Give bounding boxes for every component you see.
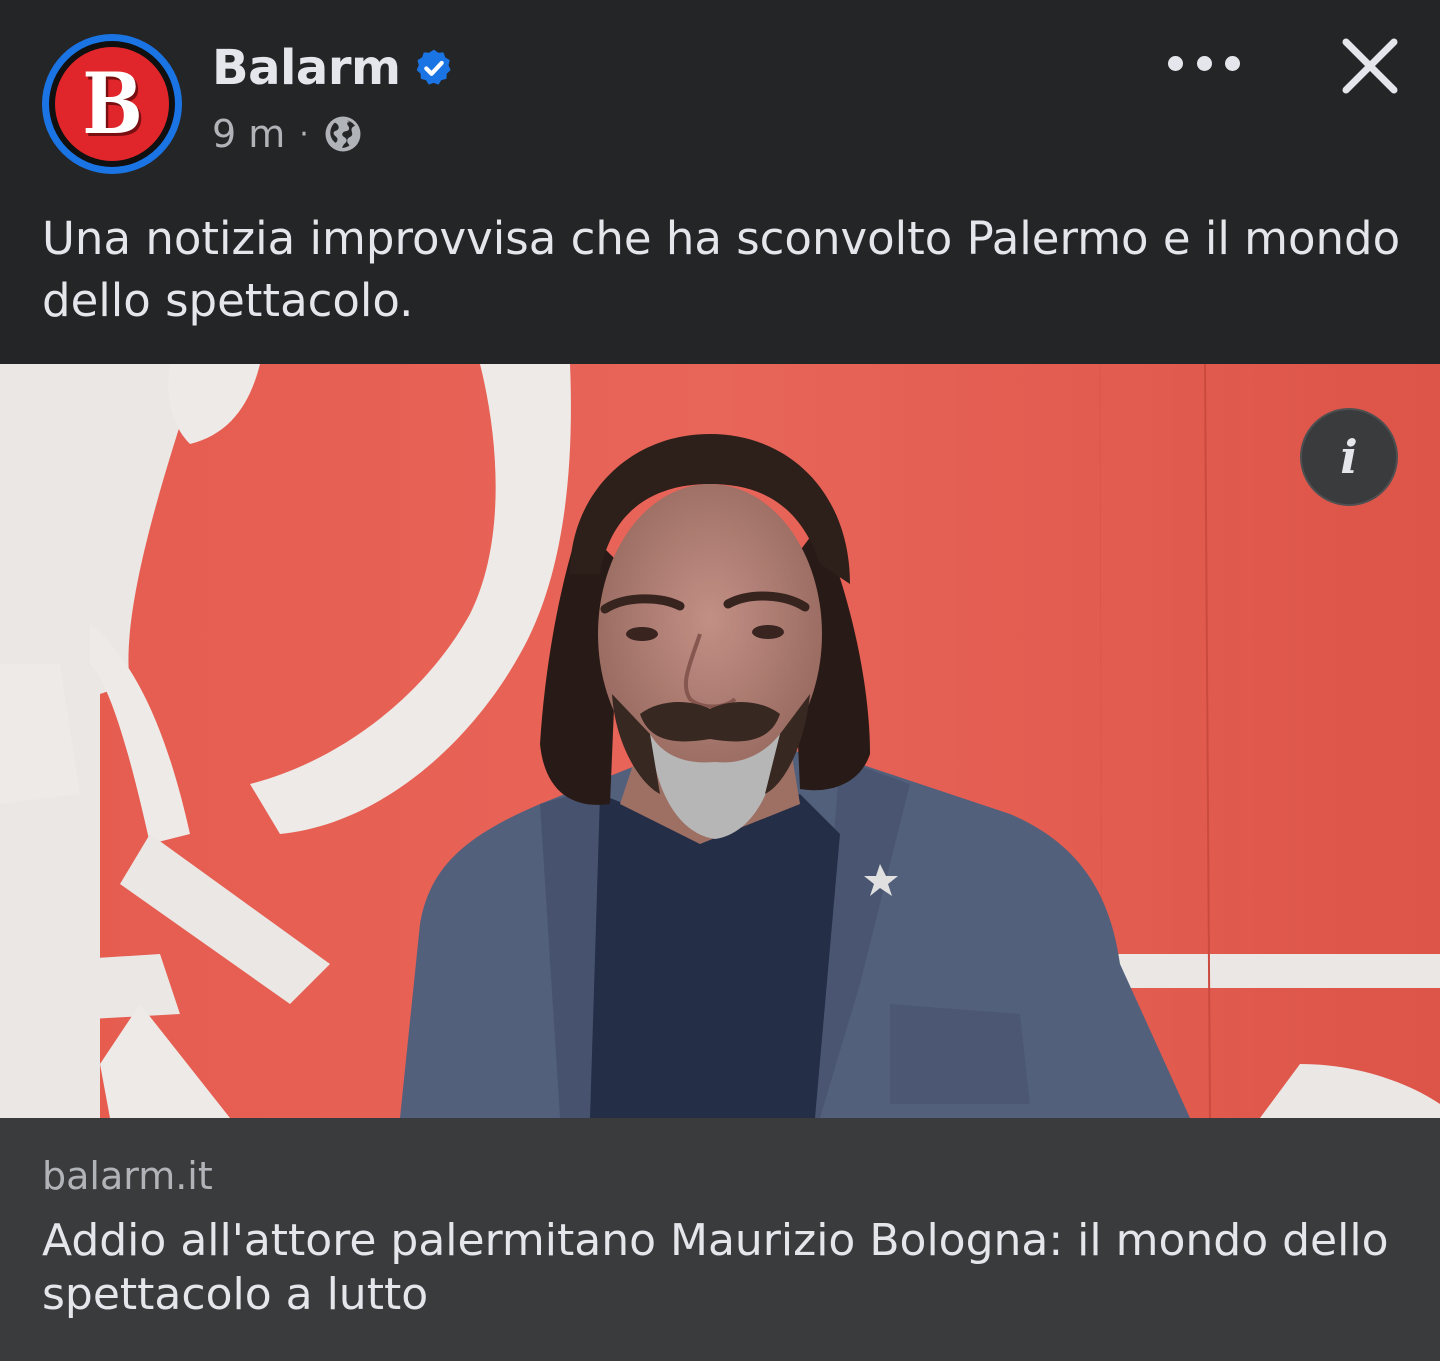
page-name-link[interactable]: Balarm [212, 40, 401, 96]
link-preview[interactable]: balarm.it Addio all'attore palermitano M… [0, 1118, 1440, 1361]
avatar-logo: B [55, 47, 169, 161]
more-options-dot [1225, 55, 1240, 71]
post-photo-illustration [0, 364, 1440, 1118]
post-meta: 9 m · [212, 112, 363, 156]
close-icon[interactable] [1334, 30, 1406, 102]
photo-info-button[interactable]: i [1300, 408, 1398, 506]
globe-icon[interactable] [323, 114, 363, 154]
link-title[interactable]: Addio all'attore palermitano Maurizio Bo… [42, 1214, 1412, 1322]
page-name-row: Balarm [212, 40, 455, 96]
info-icon: i [1340, 430, 1358, 484]
verified-badge-icon [416, 49, 451, 85]
post-timestamp[interactable]: 9 m [212, 112, 285, 156]
more-options-dot [1168, 55, 1183, 71]
meta-separator: · [299, 116, 309, 152]
page-avatar[interactable]: B [42, 34, 182, 174]
post-card: B Balarm 9 m · Una notizia improvvisa ch… [0, 0, 1440, 1361]
avatar-ring: B [49, 41, 175, 167]
link-domain: balarm.it [42, 1154, 213, 1198]
more-options-button[interactable] [1168, 40, 1240, 86]
avatar-logo-letter: B [81, 54, 143, 153]
post-message: Una notizia improvvisa che ha sconvolto … [42, 212, 1401, 327]
more-options-dot [1196, 55, 1212, 71]
post-photo[interactable] [0, 364, 1440, 1118]
